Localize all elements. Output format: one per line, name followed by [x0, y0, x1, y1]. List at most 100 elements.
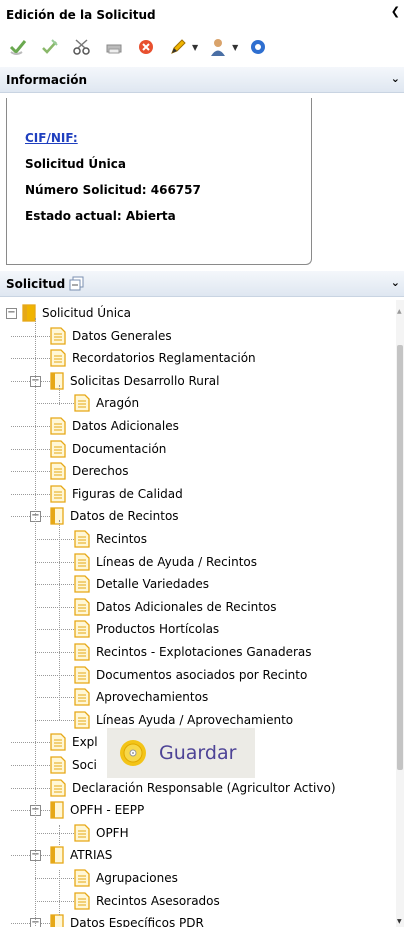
tree-item[interactable]: OPFH [74, 822, 129, 844]
tree-connector [35, 403, 74, 405]
tree-item[interactable]: Recintos Asesorados [74, 890, 220, 912]
tree-item[interactable]: Aprovechamientos [74, 686, 208, 708]
tree-item-label: Soci [72, 758, 97, 772]
tree-item-label: Documentos asociados por Recinto [96, 667, 308, 682]
tree-item-label: Expl [72, 735, 98, 750]
tree-connector [35, 584, 74, 586]
document-icon [50, 326, 66, 345]
cif-nif-link[interactable]: CIF/NIF: [25, 131, 78, 145]
check-button[interactable] [6, 35, 30, 59]
tree-connector [59, 825, 60, 845]
tree-item[interactable]: OPFH - EEPP [50, 799, 144, 821]
tree-item-label: ATRIAS [70, 848, 113, 863]
solicitud-panel-header[interactable]: Solicitud ⌄ [0, 271, 404, 297]
tree-item[interactable]: Solicitas Desarrollo Rural [50, 370, 220, 392]
cut-button[interactable] [70, 35, 94, 59]
guardar-button[interactable]: Guardar [107, 728, 255, 778]
document-icon [50, 439, 66, 458]
tree-item[interactable]: Aragón [74, 392, 139, 414]
document-icon [50, 778, 66, 797]
tree-item[interactable]: Datos Específicos PDR [50, 912, 204, 927]
user-icon [211, 39, 226, 56]
tree-item-label: Detalle Variedades [96, 577, 210, 592]
guardar-label: Guardar [159, 742, 237, 764]
tree-item-label: Recintos Asesorados [96, 893, 220, 908]
tree-item-label: Solicitas Desarrollo Rural [70, 373, 220, 388]
user-dropdown-icon[interactable]: ▼ [232, 43, 238, 52]
document-icon [74, 643, 90, 661]
scroll-up-icon[interactable]: ▲ [397, 308, 402, 315]
folder-icon [50, 372, 64, 390]
scroll-down-icon[interactable]: ▼ [397, 918, 402, 925]
tree-item[interactable]: Documentos asociados por Recinto [74, 664, 307, 686]
tree-item[interactable]: Recordatorios Reglamentación [50, 347, 256, 369]
informacion-panel-header[interactable]: Información ⌄ [0, 67, 404, 93]
tree-connector [35, 539, 74, 540]
cancel-button[interactable] [134, 35, 158, 59]
tree-item-label: Recordatorios Reglamentación [72, 351, 256, 366]
scroll-thumb[interactable] [397, 345, 403, 770]
tree-connector [11, 765, 50, 766]
tree-item[interactable]: Datos Adicionales de Recintos [74, 596, 277, 618]
document-icon [74, 891, 90, 910]
tree-item-label: Recintos - Explotaciones Ganaderas [96, 645, 312, 659]
edit-check-button[interactable] [38, 35, 62, 59]
tree-item[interactable]: Detalle Variedades [74, 573, 209, 595]
tree-connector [11, 335, 50, 337]
chevron-down-icon[interactable]: ⌄ [391, 72, 400, 85]
tree-item[interactable]: Datos Generales [50, 325, 172, 347]
tree-item[interactable]: Datos Adicionales [50, 415, 179, 437]
print-button[interactable] [102, 35, 126, 59]
tree-item[interactable]: Datos de Recintos [50, 505, 179, 527]
toolbar: ▼ ▼ [0, 30, 404, 64]
tree-item-label: Líneas Ayuda / Aprovechamiento [96, 712, 294, 727]
tree-item[interactable]: Derechos [50, 460, 128, 482]
document-icon [74, 869, 90, 887]
tree-item-label: Aragón [96, 396, 140, 411]
chevron-down-icon[interactable]: ⌄ [391, 276, 400, 289]
document-icon [74, 575, 90, 593]
tree-collapse-toggle[interactable]: − [6, 308, 17, 319]
tree-item-label: OPFH - EEPP [70, 803, 145, 818]
tree-connector [11, 448, 50, 450]
document-icon [74, 394, 90, 413]
tree-item[interactable]: Recintos [74, 528, 147, 550]
tree-connector [35, 674, 74, 676]
document-icon [74, 711, 90, 729]
pencil-dropdown-icon[interactable]: ▼ [192, 43, 198, 52]
document-icon [74, 665, 90, 684]
document-icon [74, 552, 90, 571]
info-button[interactable] [246, 35, 270, 59]
tree-connector [11, 787, 50, 789]
numero-solicitud: Número Solicitud: 466757 [25, 183, 201, 197]
folder-icon [50, 801, 64, 819]
tree-item[interactable]: Soci [50, 754, 97, 776]
tree-scrollbar[interactable]: ▲ ▼ [396, 300, 404, 927]
solicitud-type: Solicitud Única [25, 157, 126, 171]
user-button[interactable] [206, 35, 230, 59]
document-icon [74, 598, 90, 616]
tree-item[interactable]: Figuras de Calidad [50, 483, 183, 505]
tree-item[interactable]: Solicitud Única [22, 302, 131, 324]
tree-item-label: Productos Hortícolas [96, 622, 220, 637]
collapse-left-icon[interactable]: ❮ [391, 5, 400, 18]
tree-item[interactable]: Expl [50, 731, 98, 753]
tree-item[interactable]: ATRIAS [50, 844, 112, 866]
folder-icon [22, 304, 36, 322]
collapse-all-icon[interactable] [69, 276, 85, 292]
tree-item[interactable]: Productos Hortícolas [74, 618, 219, 640]
tree-connector [35, 318, 36, 927]
tree-item-label: Datos Específicos PDR [70, 916, 204, 927]
tree-item-label: Recintos [96, 532, 148, 546]
edicion-title: Edición de la Solicitud [6, 8, 156, 22]
cancel-icon [139, 40, 153, 54]
tree-item[interactable]: Recintos - Explotaciones Ganaderas [74, 641, 312, 663]
tree-item[interactable]: Declaración Responsable (Agricultor Acti… [50, 777, 336, 799]
pencil-button[interactable] [166, 35, 190, 59]
estado-actual: Estado actual: Abierta [25, 209, 176, 223]
tree-connector [35, 697, 74, 699]
tree-item[interactable]: Documentación [50, 438, 166, 460]
tree-item[interactable]: Líneas de Ayuda / Recintos [74, 551, 257, 573]
tree-item[interactable]: Agrupaciones [74, 867, 178, 889]
document-icon [50, 462, 66, 480]
